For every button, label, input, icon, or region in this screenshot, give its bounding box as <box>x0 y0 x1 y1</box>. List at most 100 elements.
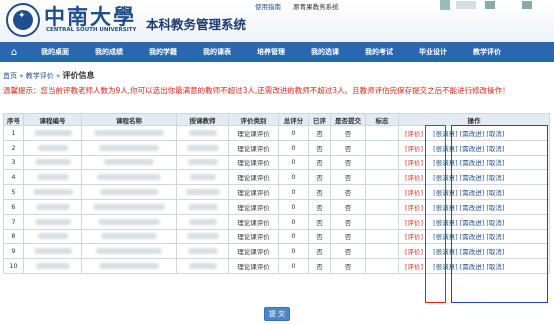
row-flag <box>365 139 399 156</box>
course-code-redacted <box>23 258 82 274</box>
row-score: 0 <box>278 198 309 215</box>
col-actions: 操作 <box>398 113 550 126</box>
nav-training[interactable]: 培养管理 <box>244 42 298 62</box>
evaluate-link[interactable]: [评价] <box>405 263 423 271</box>
course-code-redacted <box>23 139 82 156</box>
legacy-system-link[interactable]: 原青果教务系统 <box>293 3 339 11</box>
evaluate-link[interactable]: [评价] <box>405 204 423 212</box>
teacher-redacted <box>176 154 229 171</box>
evaluate-link[interactable]: [评价] <box>405 174 423 182</box>
row-rated: 否 <box>308 213 331 230</box>
row-no: 8 <box>3 228 24 245</box>
row-submitted: 否 <box>330 184 366 200</box>
col-category: 评价类别 <box>228 113 279 126</box>
col-score: 总评分 <box>278 113 309 126</box>
nav-grades[interactable]: 我的成绩 <box>82 42 136 62</box>
evaluate-link[interactable]: [评价] <box>405 248 423 256</box>
row-no: 7 <box>3 213 24 230</box>
evaluate-link[interactable]: [评价] <box>405 159 423 167</box>
teacher-redacted <box>176 198 229 215</box>
row-no: 9 <box>3 243 24 260</box>
row-flag <box>365 243 399 260</box>
course-name-redacted <box>81 213 177 230</box>
logout-icon[interactable] <box>522 1 532 9</box>
row-rated: 否 <box>308 184 331 200</box>
nav-course-selection[interactable]: 我的选课 <box>298 42 352 62</box>
row-no: 2 <box>3 139 24 156</box>
row-score: 0 <box>278 213 309 230</box>
row-flag <box>365 228 399 245</box>
row-flag <box>365 258 399 274</box>
row-no: 6 <box>3 198 24 215</box>
row-rated: 否 <box>308 243 331 260</box>
guide-link[interactable]: 使用指南 <box>255 3 281 11</box>
row-submitted: 否 <box>330 139 366 156</box>
evaluate-link[interactable]: [评价] <box>405 219 423 227</box>
col-submitted: 是否提交 <box>330 113 366 126</box>
course-name-redacted <box>81 184 177 200</box>
teacher-redacted <box>176 228 229 245</box>
row-category: 理论课评价 <box>228 228 279 245</box>
university-logo: ✦ <box>6 3 40 37</box>
course-code-redacted <box>23 243 82 260</box>
row-no: 1 <box>3 125 24 141</box>
user-avatar[interactable] <box>440 0 450 10</box>
main-nav: ⌂ 我的桌面 我的成绩 我的学籍 我的课表 培养管理 我的选课 我的考试 毕业设… <box>0 42 554 62</box>
row-submitted: 否 <box>330 125 366 141</box>
course-name-redacted <box>81 154 177 171</box>
row-rated: 否 <box>308 125 331 141</box>
row-rated: 否 <box>308 258 331 274</box>
row-flag <box>365 184 399 200</box>
course-code-redacted <box>23 198 82 215</box>
row-score: 0 <box>278 228 309 245</box>
teacher-redacted <box>176 258 229 274</box>
row-category: 理论课评价 <box>228 125 279 141</box>
teacher-redacted <box>176 169 229 186</box>
course-name-redacted <box>81 228 177 245</box>
course-code-redacted <box>23 154 82 171</box>
breadcrumb-home[interactable]: 首页 <box>3 72 17 80</box>
row-score: 0 <box>278 258 309 274</box>
nav-exams[interactable]: 我的考试 <box>352 42 406 62</box>
breadcrumb-parent[interactable]: 教学评价 <box>26 72 54 80</box>
nav-evaluation[interactable]: 教学评价 <box>460 42 514 62</box>
col-course-code: 课程编号 <box>23 113 82 126</box>
row-score: 0 <box>278 243 309 260</box>
course-name-redacted <box>81 243 177 260</box>
nav-graduation[interactable]: 毕业设计 <box>406 42 460 62</box>
teacher-redacted <box>176 184 229 200</box>
course-code-redacted <box>23 125 82 141</box>
row-flag <box>365 169 399 186</box>
top-links: 使用指南 原青果教务系统 <box>255 1 349 11</box>
nav-timetable[interactable]: 我的课表 <box>190 42 244 62</box>
home-icon[interactable]: ⌂ <box>0 42 28 62</box>
header: ✦ 中南大學 CENTRAL SOUTH UNIVERSITY 本科教务管理系统… <box>0 0 554 42</box>
evaluate-link[interactable]: [评价] <box>405 145 423 153</box>
nav-status[interactable]: 我的学籍 <box>136 42 190 62</box>
course-name-redacted <box>81 125 177 141</box>
evaluate-column-highlight <box>425 125 446 303</box>
row-submitted: 否 <box>330 243 366 260</box>
teacher-redacted <box>176 243 229 260</box>
row-category: 理论课评价 <box>228 243 279 260</box>
evaluate-link[interactable]: [评价] <box>405 130 423 138</box>
evaluate-link[interactable]: [评价] <box>405 233 423 241</box>
course-name-redacted <box>81 258 177 274</box>
teacher-redacted <box>176 139 229 156</box>
row-submitted: 否 <box>330 228 366 245</box>
course-code-redacted <box>23 169 82 186</box>
col-teacher: 授课教师 <box>176 113 229 126</box>
nav-desktop[interactable]: 我的桌面 <box>28 42 82 62</box>
row-no: 4 <box>3 169 24 186</box>
settings-icon[interactable] <box>485 1 495 9</box>
row-category: 理论课评价 <box>228 139 279 156</box>
col-no: 序号 <box>3 113 24 126</box>
row-score: 0 <box>278 154 309 171</box>
course-code-redacted <box>23 228 82 245</box>
course-name-redacted <box>81 139 177 156</box>
row-no: 5 <box>3 184 24 200</box>
row-category: 理论课评价 <box>228 169 279 186</box>
teacher-redacted <box>176 125 229 141</box>
evaluate-link[interactable]: [评价] <box>405 189 423 197</box>
submit-button[interactable]: 提 交 <box>264 307 290 321</box>
